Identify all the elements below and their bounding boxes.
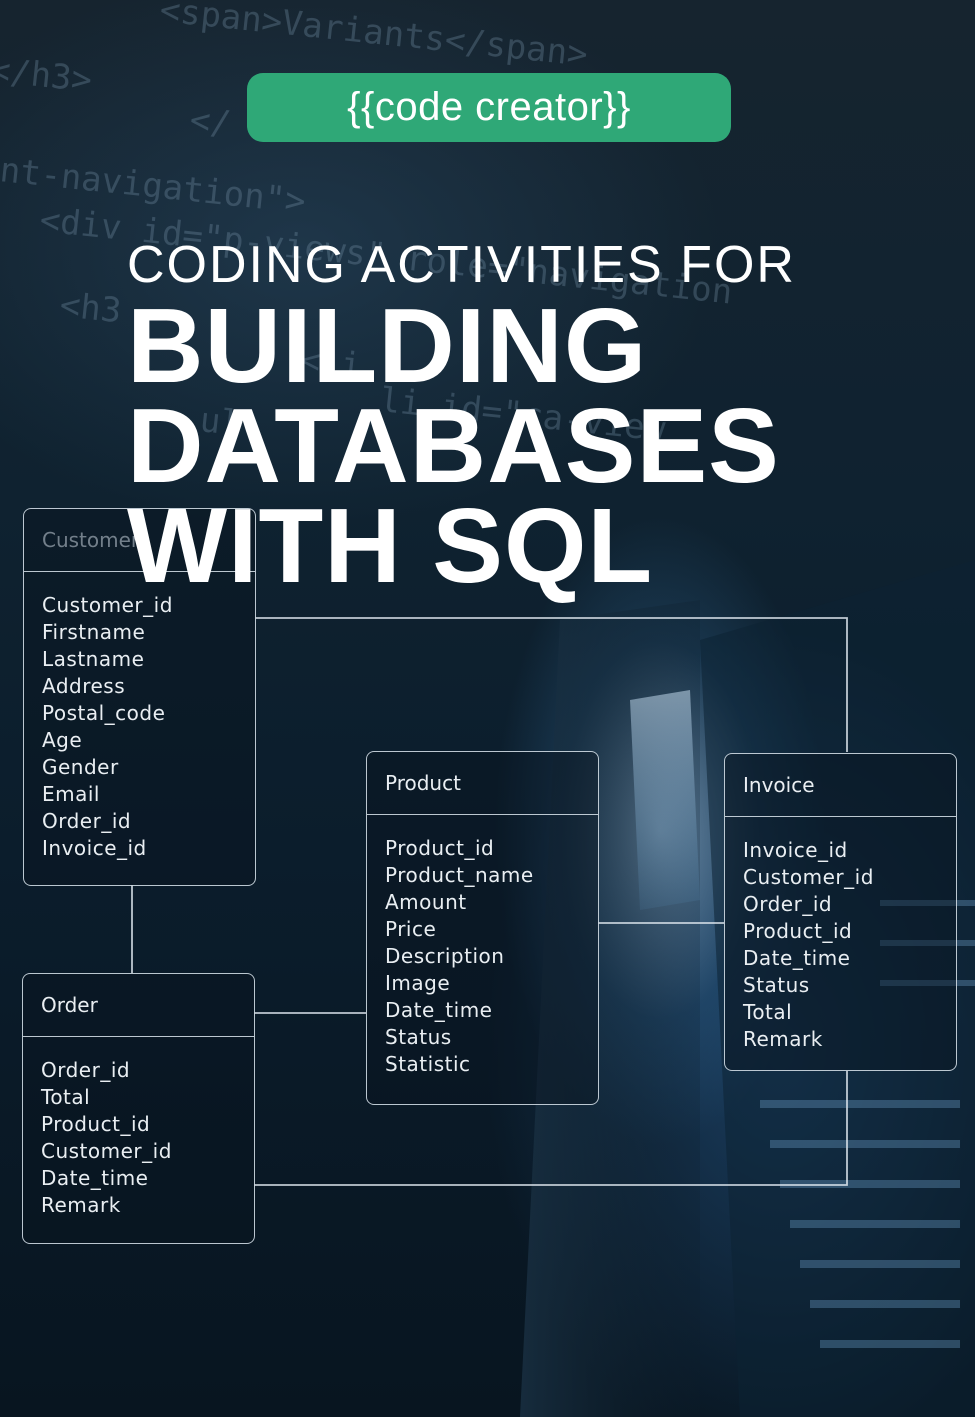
table-field: Postal_code bbox=[42, 701, 166, 725]
title-line-databases: DATABASES bbox=[127, 387, 780, 505]
table-field: Date_time bbox=[41, 1166, 149, 1190]
table-field: Product_name bbox=[385, 863, 534, 887]
table-field: Order_id bbox=[41, 1058, 131, 1082]
title-line-with-sql: WITH SQL bbox=[127, 487, 654, 605]
book-cover: <span>Variants</span> </h3> </ nt-naviga… bbox=[0, 0, 975, 1417]
table-field: Remark bbox=[41, 1193, 121, 1217]
order-table-header: Order bbox=[23, 974, 254, 1037]
table-field: Amount bbox=[385, 890, 467, 914]
table-field: Remark bbox=[743, 1027, 823, 1051]
table-field: Firstname bbox=[42, 620, 146, 644]
product-table-fields: Product_id Product_name Amount Price Des… bbox=[367, 815, 598, 1078]
invoice-table: Invoice Invoice_id Customer_id Order_id … bbox=[724, 753, 957, 1071]
table-field: Lastname bbox=[42, 647, 145, 671]
customer-invoice-line bbox=[255, 617, 848, 752]
invoice-table-fields: Invoice_id Customer_id Order_id Product_… bbox=[725, 817, 956, 1053]
table-field: Address bbox=[42, 674, 126, 698]
table-field: Date_time bbox=[385, 998, 493, 1022]
table-field: Gender bbox=[42, 755, 119, 779]
table-field: Price bbox=[385, 917, 437, 941]
table-field: Total bbox=[41, 1085, 91, 1109]
table-field: Customer_id bbox=[743, 865, 874, 889]
table-field: Date_time bbox=[743, 946, 851, 970]
table-field: Invoice_id bbox=[42, 836, 147, 860]
publisher-badge: {{code creator}} bbox=[247, 73, 731, 142]
table-field: Invoice_id bbox=[743, 838, 848, 862]
order-table: Order Order_id Total Product_id Customer… bbox=[22, 973, 255, 1244]
table-field: Customer_id bbox=[41, 1139, 172, 1163]
table-field: Product_id bbox=[743, 919, 853, 943]
table-field: Product_id bbox=[385, 836, 495, 860]
table-field: Total bbox=[743, 1000, 793, 1024]
table-field: Image bbox=[385, 971, 451, 995]
table-field: Age bbox=[42, 728, 83, 752]
product-table: Product Product_id Product_name Amount P… bbox=[366, 751, 599, 1105]
title-line-building: BUILDING bbox=[127, 287, 648, 405]
table-field: Statistic bbox=[385, 1052, 471, 1076]
table-field: Product_id bbox=[41, 1112, 151, 1136]
product-table-header: Product bbox=[367, 752, 598, 815]
title-subtitle: CODING ACTIVITIES FOR bbox=[127, 236, 796, 294]
customer-table-fields: Customer_id Firstname Lastname Address P… bbox=[24, 572, 255, 862]
table-field: Email bbox=[42, 782, 100, 806]
order-table-fields: Order_id Total Product_id Customer_id Da… bbox=[23, 1037, 254, 1219]
table-field: Status bbox=[385, 1025, 452, 1049]
invoice-table-header: Invoice bbox=[725, 754, 956, 817]
table-field: Order_id bbox=[743, 892, 833, 916]
table-field: Status bbox=[743, 973, 810, 997]
table-field: Order_id bbox=[42, 809, 132, 833]
table-field: Description bbox=[385, 944, 505, 968]
